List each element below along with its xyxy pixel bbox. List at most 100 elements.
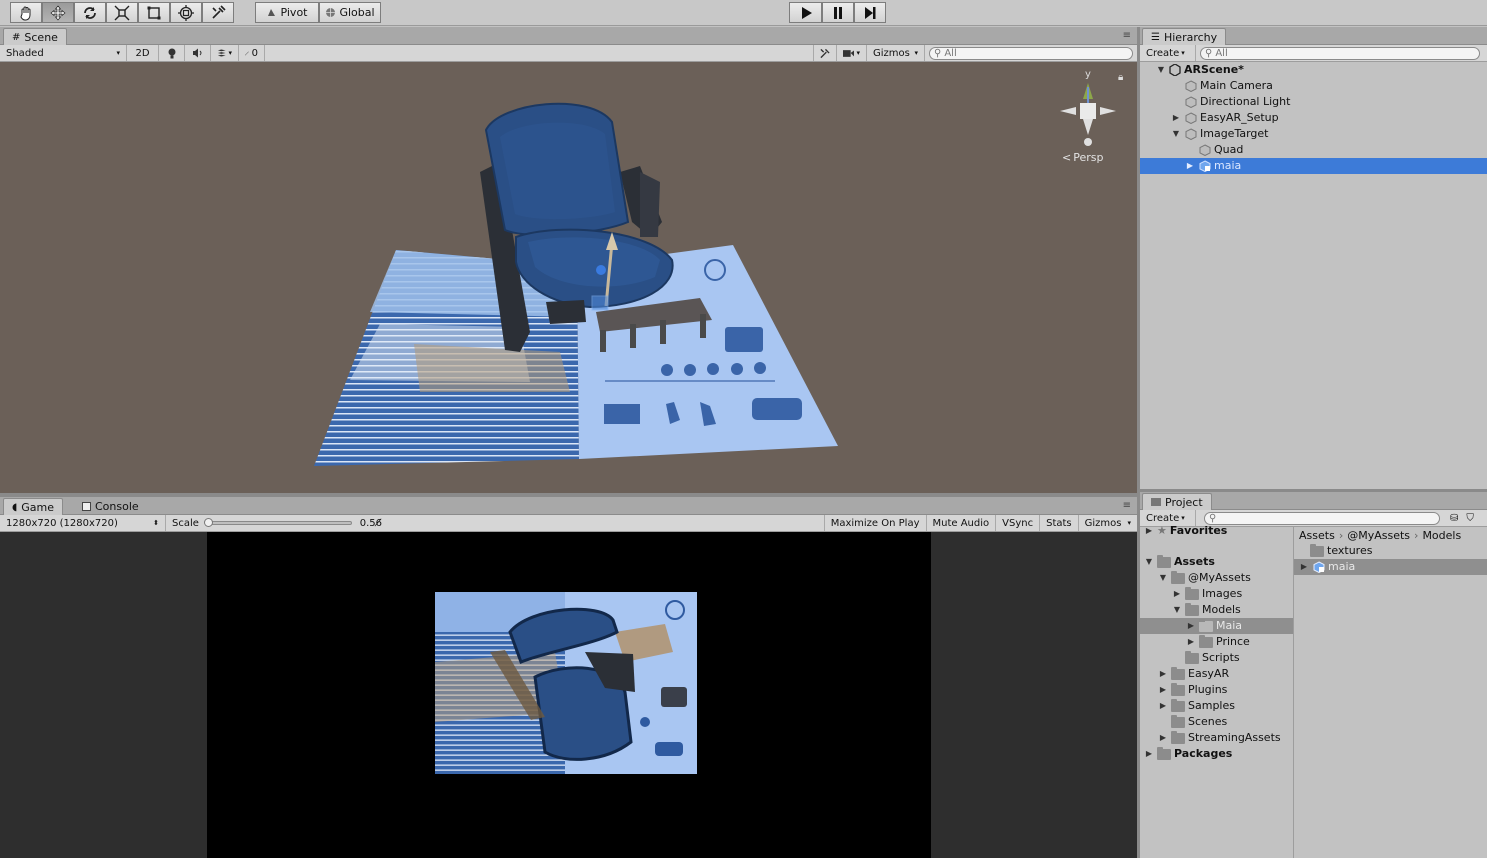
expand-arrow-icon[interactable]: ▼	[1172, 602, 1182, 618]
game-gizmos-dropdown[interactable]: Gizmos ▾	[1079, 515, 1137, 531]
expand-arrow-icon[interactable]: ▶	[1186, 618, 1196, 634]
tree-item-streamingassets[interactable]: ▶ StreamingAssets	[1158, 730, 1281, 746]
hierarchy-item-easyar-setup[interactable]: ▶ EasyAR_Setup	[1171, 110, 1279, 126]
tab-console[interactable]: Console	[74, 498, 147, 515]
pause-button[interactable]	[822, 2, 854, 23]
tree-item-maia[interactable]: ▶ Maia	[1140, 618, 1293, 634]
expand-arrow-icon[interactable]: ▼	[1156, 62, 1166, 78]
tree-item-models[interactable]: ▼ Models	[1172, 602, 1241, 618]
hierarchy-search-input[interactable]: ⚲ All	[1200, 46, 1480, 60]
scale-tool-icon[interactable]	[106, 2, 138, 23]
expand-arrow-icon[interactable]: ▶	[1158, 666, 1168, 682]
scene-search-input[interactable]: ⚲ All	[929, 46, 1133, 60]
rect-tool-icon[interactable]	[138, 2, 170, 23]
slider-thumb[interactable]	[203, 518, 213, 527]
vsync-toggle[interactable]: VSync	[996, 515, 1041, 531]
tab-project[interactable]: Project	[1142, 493, 1212, 510]
favorites-label: Favorites	[1169, 524, 1228, 537]
game-view[interactable]	[207, 532, 931, 858]
hierarchy-item-main-camera[interactable]: Main Camera	[1184, 78, 1273, 94]
mute-audio-toggle[interactable]: Mute Audio	[927, 515, 997, 531]
expand-arrow-icon[interactable]: ▶	[1299, 559, 1309, 575]
tree-item-scripts[interactable]: Scripts	[1185, 650, 1240, 666]
shading-dropdown[interactable]: Shaded ▾	[0, 45, 127, 61]
move-tool-icon[interactable]	[42, 2, 74, 23]
effects-dropdown[interactable]: ▾	[211, 45, 239, 61]
hidden-objects-toggle[interactable]: 0	[239, 45, 265, 61]
tree-item-samples[interactable]: ▶ Samples	[1158, 698, 1235, 714]
tab-hierarchy[interactable]: ☰ Hierarchy	[1142, 28, 1227, 45]
expand-arrow-icon[interactable]: ▼	[1158, 570, 1168, 586]
expand-arrow-icon[interactable]: ▶	[1144, 746, 1154, 762]
panel-menu-icon[interactable]: ≡	[1123, 500, 1131, 511]
tag-icon[interactable]: ⛉	[1466, 513, 1474, 524]
audio-toggle[interactable]	[185, 45, 211, 61]
hierarchy-create-button[interactable]: Create ▾	[1140, 45, 1196, 61]
breadcrumb-item[interactable]: Assets	[1299, 529, 1335, 542]
global-toggle[interactable]: Global	[319, 2, 381, 23]
expand-arrow-icon[interactable]: ▶	[1172, 586, 1182, 602]
folder-icon	[1171, 682, 1185, 696]
tab-game[interactable]: ◖ Game	[3, 498, 64, 515]
stats-toggle[interactable]: Stats	[1040, 515, 1079, 531]
chevron-right-icon: ›	[1338, 528, 1344, 542]
file-item-maia[interactable]: ▶ maia	[1294, 559, 1487, 575]
tab-scene[interactable]: # Scene	[3, 28, 67, 45]
tree-item-myassets[interactable]: ▼ @MyAssets	[1158, 570, 1251, 586]
tree-item-prince[interactable]: ▶ Prince	[1186, 634, 1250, 650]
expand-arrow-icon[interactable]: ▶	[1158, 682, 1168, 698]
folder-icon	[1171, 714, 1185, 728]
hierarchy-item-quad[interactable]: Quad	[1198, 142, 1243, 158]
persp-label[interactable]: Persp	[1073, 151, 1103, 164]
2d-toggle[interactable]: 2D	[127, 45, 159, 61]
hierarchy-item-imagetarget[interactable]: ▼ ImageTarget	[1171, 126, 1268, 142]
custom-tool-icon[interactable]	[202, 2, 234, 23]
expand-arrow-icon[interactable]: ▶	[1171, 110, 1181, 126]
expand-arrow-icon[interactable]: ▶	[1158, 730, 1168, 746]
breadcrumb-item[interactable]: @MyAssets	[1347, 529, 1410, 542]
play-button[interactable]	[789, 2, 822, 23]
rotate-tool-icon[interactable]	[74, 2, 106, 23]
tree-item-plugins[interactable]: ▶ Plugins	[1158, 682, 1227, 698]
expand-arrow-icon[interactable]: ▶	[1186, 634, 1196, 650]
favorites-item[interactable]: ▶ ★ Favorites	[1144, 523, 1227, 539]
expand-arrow-icon[interactable]: ▶	[1158, 698, 1168, 714]
camera-dropdown[interactable]: ▾	[837, 45, 867, 61]
scale-slider[interactable]	[203, 518, 352, 527]
expand-arrow-icon[interactable]: ▶	[1185, 158, 1195, 174]
tree-item-packages[interactable]: ▶ Packages	[1144, 746, 1232, 762]
folder-icon	[1171, 666, 1185, 680]
scene-tools-button[interactable]	[813, 45, 837, 61]
scene-gizmos-dropdown[interactable]: Gizmos ▾	[867, 45, 925, 61]
hierarchy-item-maia[interactable]: ▶ maia	[1140, 158, 1487, 174]
speaker-icon	[193, 48, 202, 58]
resolution-dropdown[interactable]: 1280x720 (1280x720) ⬍	[0, 515, 166, 531]
lock-icon[interactable]: 🔒︎	[1118, 72, 1123, 83]
filter-type-icon[interactable]: ⛁	[1450, 513, 1458, 524]
pivot-toggle[interactable]: Pivot	[255, 2, 319, 23]
panel-menu-icon[interactable]: ≡	[1123, 30, 1131, 41]
expand-arrow-icon[interactable]: ▼	[1144, 554, 1154, 570]
tree-item-scenes[interactable]: Scenes	[1171, 714, 1227, 730]
tree-item-easyar[interactable]: ▶ EasyAR	[1158, 666, 1229, 682]
project-search-input[interactable]: ⚲	[1204, 511, 1440, 525]
orientation-gizmo[interactable]: y < Persp	[1052, 67, 1124, 167]
tree-item-images[interactable]: ▶ Images	[1172, 586, 1242, 602]
file-item-textures[interactable]: textures	[1310, 543, 1372, 559]
expand-arrow-icon[interactable]: ▼	[1171, 126, 1181, 142]
maximize-on-play-toggle[interactable]: Maximize On Play	[823, 515, 927, 531]
scene-viewport[interactable]: y < Persp 🔒︎	[0, 62, 1137, 493]
hierarchy-item-directional-light[interactable]: Directional Light	[1184, 94, 1290, 110]
tree-item-assets[interactable]: ▼ Assets	[1144, 554, 1215, 570]
search-icon: ⚲	[1209, 512, 1217, 524]
expand-arrow-icon[interactable]: ▶	[1144, 523, 1154, 539]
shading-label: Shaded	[6, 47, 44, 59]
hierarchy-item-arscene[interactable]: ▼ ARScene*	[1156, 62, 1244, 78]
mute-label: Mute Audio	[932, 517, 990, 529]
step-button[interactable]	[854, 2, 886, 23]
lighting-toggle[interactable]	[159, 45, 185, 61]
breadcrumb-item[interactable]: Models	[1422, 529, 1461, 542]
transform-tool-icon[interactable]	[170, 2, 202, 23]
project-folder-tree: ▶ ★ Favorites ▼ Assets ▼ @MyAssets ▶ Ima…	[1140, 524, 1293, 858]
hand-tool-icon[interactable]	[10, 2, 42, 23]
